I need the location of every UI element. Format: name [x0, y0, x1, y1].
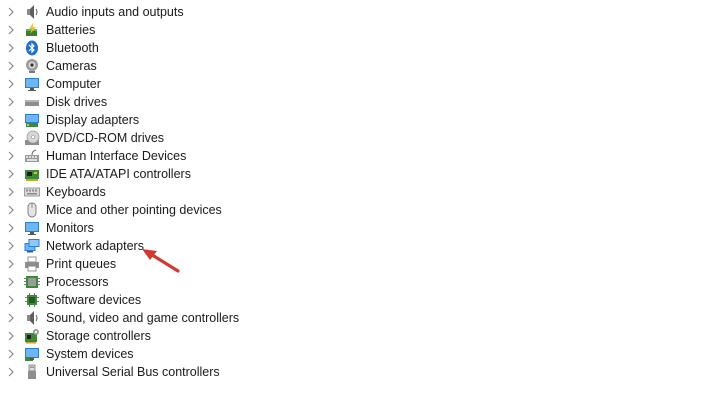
chevron-right-icon[interactable] [6, 187, 16, 197]
tree-item-batteries[interactable]: Batteries [0, 21, 720, 39]
sound-icon [24, 310, 40, 326]
tree-item-usb-controllers[interactable]: Universal Serial Bus controllers [0, 363, 720, 381]
chevron-right-icon[interactable] [6, 169, 16, 179]
tree-item-label: Disk drives [46, 95, 108, 109]
tree-item-label: Network adapters [46, 239, 144, 253]
disk-drive-icon [24, 94, 40, 110]
tree-item-label: System devices [46, 347, 134, 361]
tree-item-mice[interactable]: Mice and other pointing devices [0, 201, 720, 219]
hid-icon [24, 148, 40, 164]
tree-item-processors[interactable]: Processors [0, 273, 720, 291]
tree-item-network-adapters[interactable]: Network adapters [0, 237, 720, 255]
chevron-right-icon[interactable] [6, 7, 16, 17]
chevron-right-icon[interactable] [6, 331, 16, 341]
chevron-right-icon[interactable] [6, 61, 16, 71]
tree-item-system-devices[interactable]: System devices [0, 345, 720, 363]
display-adapter-icon [24, 112, 40, 128]
chevron-right-icon[interactable] [6, 259, 16, 269]
monitor-icon [24, 220, 40, 236]
tree-item-disk-drives[interactable]: Disk drives [0, 93, 720, 111]
chevron-right-icon[interactable] [6, 349, 16, 359]
bluetooth-icon [24, 40, 40, 56]
chevron-right-icon[interactable] [6, 43, 16, 53]
tree-item-label: Keyboards [46, 185, 106, 199]
chevron-right-icon[interactable] [6, 241, 16, 251]
processor-icon [24, 274, 40, 290]
speaker-icon [24, 4, 40, 20]
chevron-right-icon[interactable] [6, 295, 16, 305]
tree-item-bluetooth[interactable]: Bluetooth [0, 39, 720, 57]
ide-controller-icon [24, 166, 40, 182]
tree-item-label: Audio inputs and outputs [46, 5, 184, 19]
tree-item-cameras[interactable]: Cameras [0, 57, 720, 75]
tree-item-ide-controllers[interactable]: IDE ATA/ATAPI controllers [0, 165, 720, 183]
tree-item-label: Universal Serial Bus controllers [46, 365, 220, 379]
tree-item-storage-controllers[interactable]: Storage controllers [0, 327, 720, 345]
battery-icon [24, 22, 40, 38]
tree-item-display-adapters[interactable]: Display adapters [0, 111, 720, 129]
keyboard-icon [24, 184, 40, 200]
tree-item-computer[interactable]: Computer [0, 75, 720, 93]
tree-item-human-interface-devices[interactable]: Human Interface Devices [0, 147, 720, 165]
network-adapter-icon [24, 238, 40, 254]
tree-item-print-queues[interactable]: Print queues [0, 255, 720, 273]
chevron-right-icon[interactable] [6, 97, 16, 107]
red-arrow-icon [140, 245, 184, 277]
tree-item-label: IDE ATA/ATAPI controllers [46, 167, 191, 181]
computer-icon [24, 76, 40, 92]
tree-item-keyboards[interactable]: Keyboards [0, 183, 720, 201]
tree-item-label: Sound, video and game controllers [46, 311, 240, 325]
mouse-icon [24, 202, 40, 218]
usb-icon [24, 364, 40, 380]
chevron-right-icon[interactable] [6, 133, 16, 143]
tree-item-monitors[interactable]: Monitors [0, 219, 720, 237]
chevron-right-icon[interactable] [6, 223, 16, 233]
chevron-right-icon[interactable] [6, 79, 16, 89]
device-tree: Audio inputs and outputs Batteries Bluet… [0, 3, 720, 381]
tree-item-label: Processors [46, 275, 109, 289]
tree-item-software-devices[interactable]: Software devices [0, 291, 720, 309]
software-device-icon [24, 292, 40, 308]
storage-controller-icon [24, 328, 40, 344]
tree-item-dvd-drives[interactable]: DVD/CD-ROM drives [0, 129, 720, 147]
system-device-icon [24, 346, 40, 362]
tree-item-label: Human Interface Devices [46, 149, 187, 163]
tree-item-label: Monitors [46, 221, 94, 235]
tree-item-label: Display adapters [46, 113, 140, 127]
chevron-right-icon[interactable] [6, 367, 16, 377]
camera-icon [24, 58, 40, 74]
dvd-drive-icon [24, 130, 40, 146]
tree-item-sound-video-game[interactable]: Sound, video and game controllers [0, 309, 720, 327]
tree-item-label: Batteries [46, 23, 96, 37]
tree-item-label: Bluetooth [46, 41, 99, 55]
chevron-right-icon[interactable] [6, 277, 16, 287]
chevron-right-icon[interactable] [6, 313, 16, 323]
chevron-right-icon[interactable] [6, 25, 16, 35]
tree-item-audio[interactable]: Audio inputs and outputs [0, 3, 720, 21]
tree-item-label: Cameras [46, 59, 97, 73]
printer-icon [24, 256, 40, 272]
chevron-right-icon[interactable] [6, 151, 16, 161]
tree-item-label: Mice and other pointing devices [46, 203, 222, 217]
tree-item-label: Storage controllers [46, 329, 151, 343]
tree-item-label: Print queues [46, 257, 117, 271]
chevron-right-icon[interactable] [6, 205, 16, 215]
tree-item-label: Computer [46, 77, 101, 91]
tree-item-label: DVD/CD-ROM drives [46, 131, 165, 145]
chevron-right-icon[interactable] [6, 115, 16, 125]
tree-item-label: Software devices [46, 293, 142, 307]
